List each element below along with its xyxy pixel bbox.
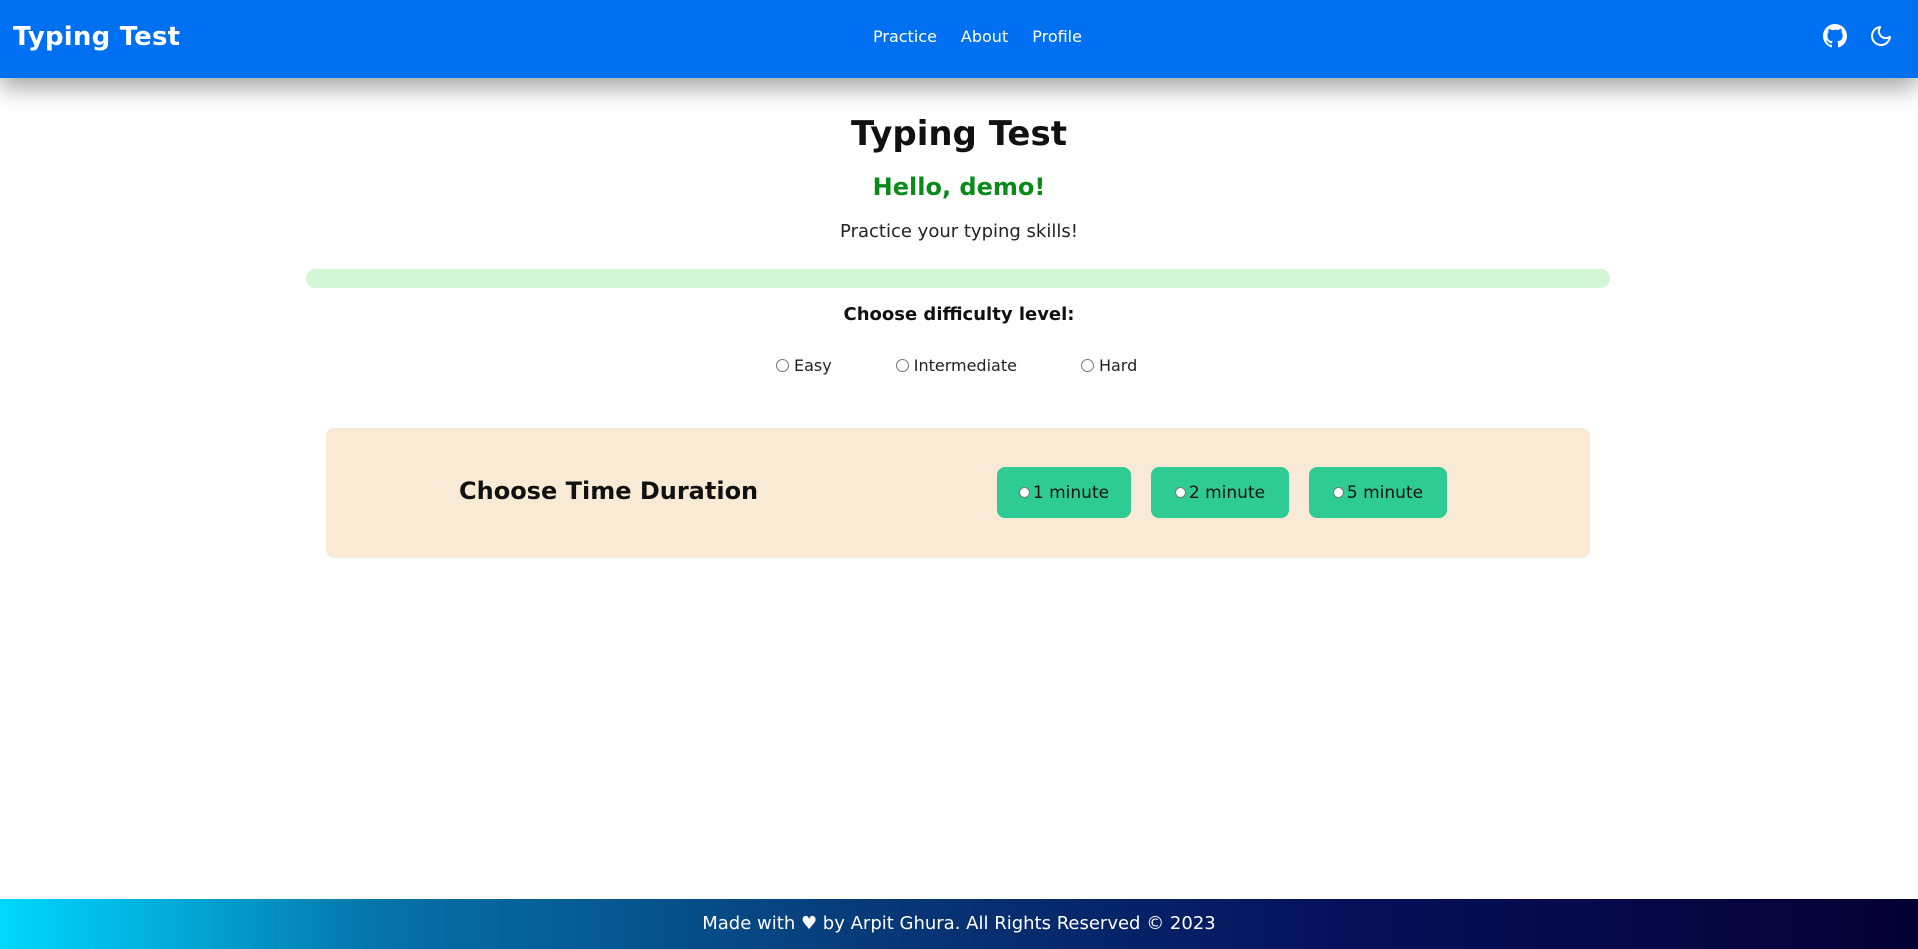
duration-button-1-minute[interactable]: 1 minute	[997, 467, 1131, 518]
difficulty-option-label: Hard	[1098, 356, 1138, 375]
duration-card: Choose Time Duration 1 minute 2 minute 5…	[326, 428, 1590, 558]
greeting: Hello, demo!	[872, 173, 1046, 201]
difficulty-radio-intermediate[interactable]	[895, 359, 909, 372]
duration-title: Choose Time Duration	[459, 477, 759, 505]
footer: Made with ♥ by Arpit Ghura. All Rights R…	[0, 899, 1918, 949]
difficulty-option-hard[interactable]: Hard	[1080, 356, 1138, 375]
difficulty-option-label: Easy	[794, 356, 832, 375]
duration-button-5-minute[interactable]: 5 minute	[1309, 467, 1447, 518]
subtitle: Practice your typing skills!	[840, 221, 1078, 242]
moon-icon[interactable]	[1869, 24, 1893, 48]
difficulty-option-intermediate[interactable]: Intermediate	[895, 356, 1017, 375]
footer-text: Made with ♥ by Arpit Ghura. All Rights R…	[702, 913, 1216, 934]
github-icon[interactable]	[1823, 24, 1847, 48]
duration-radio-5-minute[interactable]	[1332, 487, 1344, 498]
nav-link-profile[interactable]: Profile	[1032, 27, 1082, 46]
difficulty-radio-easy[interactable]	[776, 359, 789, 372]
duration-radio-1-minute[interactable]	[1018, 487, 1030, 498]
brand-title[interactable]: Typing Test	[13, 22, 180, 52]
duration-radio-2-minute[interactable]	[1174, 487, 1186, 498]
duration-option-label: 1 minute	[1032, 482, 1110, 503]
difficulty-option-label: Intermediate	[913, 356, 1017, 375]
difficulty-options: Easy Intermediate Hard	[776, 356, 1137, 375]
top-navbar: Typing Test Practice About Profile	[0, 0, 1918, 78]
difficulty-radio-hard[interactable]	[1080, 359, 1094, 372]
nav-links: Practice About Profile	[873, 27, 1106, 46]
difficulty-label: Choose difficulty level:	[843, 304, 1075, 325]
nav-link-about[interactable]: About	[961, 27, 1008, 46]
nav-link-practice[interactable]: Practice	[873, 27, 937, 46]
progress-bar	[306, 269, 1610, 288]
duration-option-label: 2 minute	[1188, 482, 1266, 503]
page-title: Typing Test	[851, 114, 1067, 154]
nav-icons	[1823, 24, 1893, 48]
duration-option-label: 5 minute	[1346, 482, 1424, 503]
duration-button-2-minute[interactable]: 2 minute	[1151, 467, 1289, 518]
difficulty-option-easy[interactable]: Easy	[776, 356, 832, 375]
